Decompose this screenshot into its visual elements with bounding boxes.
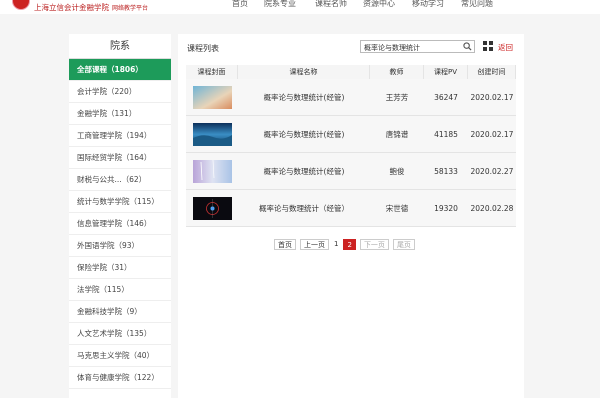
sidebar-item-intl-trade[interactable]: 国际经贸学院（164） <box>69 147 171 169</box>
column-header-name: 课程名称 <box>238 65 370 79</box>
department-sidebar: 院系 全部课程（1806） 会计学院（220） 金融学院（131） 工商管理学院… <box>69 34 171 398</box>
teacher-name: 唐锦谱 <box>385 129 409 139</box>
prev-page-button[interactable]: 上一页 <box>300 238 329 250</box>
course-cover-image[interactable] <box>192 122 232 146</box>
sidebar-item-accounting[interactable]: 会计学院（220） <box>69 81 171 103</box>
table-row[interactable]: 概率论与数理统计(经管) 王芳芳 36247 2020.02.17 <box>186 79 516 116</box>
created-date: 2020.02.17 <box>470 92 514 102</box>
course-cover-image[interactable] <box>192 159 232 183</box>
course-pv: 41185 <box>434 129 458 139</box>
created-date: 2020.02.28 <box>470 203 514 213</box>
cover-cell <box>186 79 238 115</box>
sidebar-item-finance[interactable]: 金融学院（131） <box>69 103 171 125</box>
course-cover-image[interactable] <box>192 85 232 109</box>
pagination: 首页 上一页 1 2 下一页 尾页 <box>274 238 415 250</box>
sidebar-item-insurance[interactable]: 保险学院（31） <box>69 257 171 279</box>
sidebar-item-humanities-arts[interactable]: 人文艺术学院（135） <box>69 323 171 345</box>
course-cover-image[interactable] <box>192 196 232 220</box>
table-row[interactable]: 概率论与数理统计(经管) 鲍俊 58133 2020.02.27 <box>186 153 516 190</box>
column-header-cover: 课程封面 <box>186 65 238 79</box>
cover-cell <box>186 116 238 152</box>
last-page-button[interactable]: 尾页 <box>392 238 415 250</box>
page-2-button[interactable]: 2 <box>343 238 356 250</box>
cover-cell <box>186 153 238 189</box>
school-name[interactable]: 上海立信会计金融学院 网络教学平台 <box>34 2 148 13</box>
course-name[interactable]: 概率论与数理统计(经管) <box>238 116 370 152</box>
search-icon[interactable] <box>463 42 472 51</box>
sidebar-item-info-management[interactable]: 信息管理学院（146） <box>69 213 171 235</box>
sidebar-item-sports-health[interactable]: 体育与健康学院（122） <box>69 367 171 389</box>
nav-departments[interactable]: 院系专业 <box>264 0 296 8</box>
grid-view-icon[interactable] <box>483 41 493 51</box>
course-name[interactable]: 概率论与数理统计(经管) <box>238 153 370 189</box>
school-logo-icon[interactable] <box>12 0 30 10</box>
column-header-pv: 课程PV <box>424 65 468 79</box>
sidebar-item-business-admin[interactable]: 工商管理学院（194） <box>69 125 171 147</box>
table-row[interactable]: 概率论与数理统计（经管） 宋世德 19320 2020.02.28 <box>186 190 516 227</box>
sidebar-item-statistics-math[interactable]: 统计与数学学院（115） <box>69 191 171 213</box>
sidebar-item-law[interactable]: 法学院（115） <box>69 279 171 301</box>
platform-name-label: 网络教学平台 <box>112 5 149 12</box>
course-table: 课程封面 课程名称 教师 课程PV 创建时间 概率论与数理统计(经管) 王芳芳 … <box>186 65 516 227</box>
table-row[interactable]: 概率论与数理统计(经管) 唐锦谱 41185 2020.02.17 <box>186 116 516 153</box>
top-header: 上海立信会计金融学院 网络教学平台 首页 院系专业 课程名师 资源中心 移动学习 … <box>0 0 600 14</box>
created-date: 2020.02.27 <box>470 166 514 176</box>
course-list-panel: 课程列表 概率论与数理统计 返回 课程封面 课程名称 教师 课程PV 创建时间 <box>178 34 524 398</box>
teacher-name: 宋世德 <box>385 203 409 213</box>
first-page-button[interactable]: 首页 <box>274 238 296 250</box>
school-name-label: 上海立信会计金融学院 <box>34 3 109 12</box>
created-date: 2020.02.17 <box>470 129 514 139</box>
course-name[interactable]: 概率论与数理统计（经管） <box>238 190 370 226</box>
search-value: 概率论与数理统计 <box>364 44 420 52</box>
next-page-button[interactable]: 下一页 <box>359 238 389 250</box>
back-link[interactable]: 返回 <box>498 42 513 53</box>
sidebar-item-foreign-languages[interactable]: 外国语学院（93） <box>69 235 171 257</box>
nav-resource-center[interactable]: 资源中心 <box>363 0 395 8</box>
sidebar-item-finance-tax[interactable]: 财税与公共...（62） <box>69 169 171 191</box>
nav-mobile-learning[interactable]: 移动学习 <box>412 0 444 8</box>
page-1-button[interactable]: 1 <box>333 238 340 250</box>
sidebar-item-fintech[interactable]: 金融科技学院（9） <box>69 301 171 323</box>
column-header-created: 创建时间 <box>468 65 516 79</box>
course-name[interactable]: 概率论与数理统计(经管) <box>238 79 370 115</box>
course-pv: 36247 <box>434 92 458 102</box>
table-header: 课程封面 课程名称 教师 课程PV 创建时间 <box>186 65 516 79</box>
course-pv: 58133 <box>434 166 458 176</box>
teacher-name: 鲍俊 <box>389 166 405 176</box>
course-pv: 19320 <box>434 203 458 213</box>
sidebar-title: 院系 <box>69 34 171 59</box>
cover-cell <box>186 190 238 226</box>
nav-home[interactable]: 首页 <box>232 0 248 8</box>
sidebar-item-all-courses[interactable]: 全部课程（1806） <box>69 59 171 81</box>
column-header-teacher: 教师 <box>370 65 424 79</box>
course-list-title: 课程列表 <box>187 44 219 53</box>
teacher-name: 王芳芳 <box>385 92 409 102</box>
nav-faq[interactable]: 常见问题 <box>461 0 493 8</box>
nav-courses-teachers[interactable]: 课程名师 <box>315 0 347 8</box>
search-input[interactable]: 概率论与数理统计 <box>360 40 475 53</box>
sidebar-item-marxism[interactable]: 马克思主义学院（40） <box>69 345 171 367</box>
